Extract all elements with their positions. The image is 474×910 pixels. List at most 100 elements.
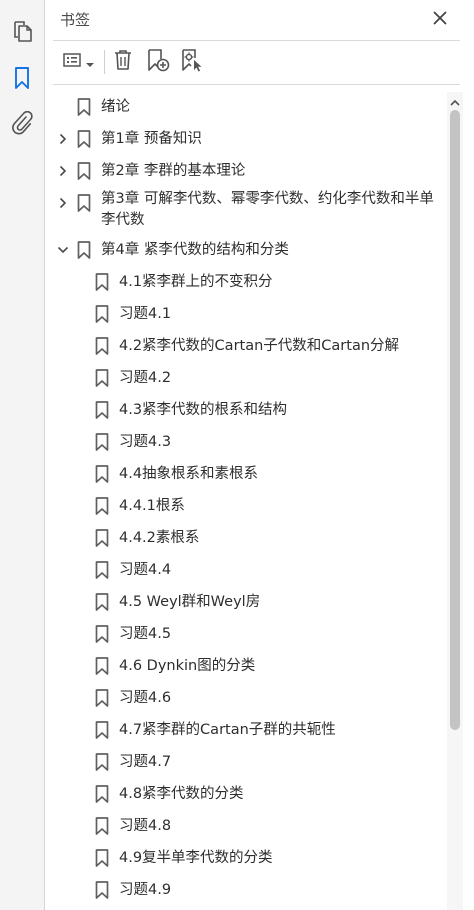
chevron-down-icon: [85, 53, 94, 72]
bookmark-icon: [95, 849, 109, 867]
bookmark-label: 第4章 紧李代数的结构和分类: [101, 242, 289, 258]
bookmark-label: 习题4.1: [119, 306, 172, 322]
bookmark-item[interactable]: 习题4.6: [45, 683, 445, 713]
panel-title: 书签: [60, 11, 91, 29]
bookmark-icon: [95, 465, 109, 483]
new-bookmark-icon: [146, 48, 170, 76]
bookmarks-panel-button[interactable]: [9, 67, 35, 93]
bookmark-icon: [95, 721, 109, 739]
bookmark-label: 4.7紧李群的Cartan子群的共轭性: [119, 722, 336, 738]
bookmark-item[interactable]: 习题4.7: [45, 747, 445, 777]
scroll-up-button[interactable]: [447, 92, 463, 108]
bookmark-icon: [95, 625, 109, 643]
bookmark-icon: [77, 98, 91, 116]
vertical-scrollbar[interactable]: [447, 92, 463, 910]
bookmark-label: 4.2紧李代数的Cartan子代数和Cartan分解: [119, 338, 400, 354]
bookmark-item[interactable]: 4.5 Weyl群和Weyl房: [45, 587, 445, 617]
chevron-up-icon: [450, 91, 460, 110]
bookmark-item[interactable]: 习题4.4: [45, 555, 445, 585]
bookmark-structure-icon: [180, 48, 204, 76]
page-thumbnails-button[interactable]: [9, 20, 35, 46]
bookmark-icon: [95, 529, 109, 547]
bookmark-item[interactable]: 习题4.5: [45, 619, 445, 649]
bookmark-item[interactable]: 习题4.1: [45, 299, 445, 329]
attachments-panel-button[interactable]: [9, 110, 35, 139]
bookmark-label: 习题4.7: [119, 754, 172, 770]
expand-chevron-down-icon[interactable]: [57, 244, 69, 256]
bookmarks-toolbar: [45, 42, 474, 82]
bookmark-item[interactable]: 习题4.2: [45, 363, 445, 393]
bookmark-icon: [95, 401, 109, 419]
expand-chevron-right-icon[interactable]: [57, 133, 69, 145]
bookmark-item[interactable]: 习题4.9: [45, 875, 445, 905]
bookmark-item[interactable]: 4.6 Dynkin图的分类: [45, 651, 445, 681]
bookmark-label: 习题4.2: [119, 370, 172, 386]
bookmark-item[interactable]: 第3章 可解李代数、幂零李代数、约化李代数和半单李代数: [45, 188, 445, 234]
navigation-rail: [0, 0, 45, 910]
bookmark-icon: [95, 561, 109, 579]
bookmark-icon: [77, 130, 91, 148]
list-options-icon: [62, 52, 83, 72]
bookmark-item[interactable]: 第2章 李群的基本理论: [45, 156, 445, 186]
bookmark-item[interactable]: 4.9复半单李代数的分类: [45, 843, 445, 873]
bookmark-icon: [77, 194, 91, 212]
header-divider: [53, 40, 460, 41]
bookmark-label: 第1章 预备知识: [101, 131, 202, 147]
bookmark-item[interactable]: 4.2紧李代数的Cartan子代数和Cartan分解: [45, 331, 445, 361]
bookmark-icon: [95, 689, 109, 707]
bookmark-icon: [95, 881, 109, 899]
bookmark-icon: [95, 369, 109, 387]
bookmark-item[interactable]: 习题4.3: [45, 427, 445, 457]
bookmark-label: 4.9复半单李代数的分类: [119, 850, 273, 866]
attachments-icon: [11, 110, 33, 139]
bookmark-icon: [77, 162, 91, 180]
options-menu-button[interactable]: [59, 48, 97, 76]
bookmark-icon: [95, 497, 109, 515]
new-bookmark-button[interactable]: [145, 48, 171, 76]
close-panel-button[interactable]: [430, 9, 450, 29]
toolbar-divider: [104, 50, 105, 74]
bookmark-label: 4.4.1根系: [119, 498, 185, 514]
bookmark-item[interactable]: 4.3紧李代数的根系和结构: [45, 395, 445, 425]
bookmark-item[interactable]: 4.4抽象根系和素根系: [45, 459, 445, 489]
bookmark-icon: [95, 433, 109, 451]
bookmark-item[interactable]: 4.1紧李群上的不变积分: [45, 267, 445, 297]
new-bookmark-from-structure-button[interactable]: [179, 48, 205, 76]
bookmark-label: 4.1紧李群上的不变积分: [119, 274, 273, 290]
toolbar-divider-bottom: [53, 84, 460, 85]
bookmark-label: 习题4.5: [119, 626, 172, 642]
expand-chevron-right-icon[interactable]: [57, 197, 69, 209]
bookmark-item[interactable]: 4.8紧李代数的分类: [45, 779, 445, 809]
bookmark-icon: [95, 785, 109, 803]
bookmark-label: 习题4.3: [119, 434, 172, 450]
bookmark-label: 4.6 Dynkin图的分类: [119, 658, 256, 674]
bookmark-label: 绪论: [101, 99, 130, 115]
trash-icon: [113, 49, 133, 75]
scrollbar-thumb[interactable]: [450, 110, 460, 730]
bookmark-item[interactable]: 第4章 紧李代数的结构和分类: [45, 235, 445, 265]
delete-bookmark-button[interactable]: [111, 48, 135, 76]
bookmark-icon: [95, 305, 109, 323]
bookmark-label: 习题4.6: [119, 690, 172, 706]
bookmark-label: 4.4.2素根系: [119, 530, 200, 546]
expand-chevron-right-icon[interactable]: [57, 165, 69, 177]
bookmark-icon: [95, 657, 109, 675]
bookmark-item[interactable]: 4.4.2素根系: [45, 523, 445, 553]
bookmark-label: 第3章 可解李代数、幂零李代数、约化李代数和半单李代数: [101, 191, 434, 228]
bookmark-item[interactable]: 4.7紧李群的Cartan子群的共轭性: [45, 715, 445, 745]
bookmark-item[interactable]: 第1章 预备知识: [45, 124, 445, 154]
bookmark-label: 4.5 Weyl群和Weyl房: [119, 594, 261, 610]
bookmarks-icon: [13, 66, 31, 94]
bookmark-label: 第2章 李群的基本理论: [101, 163, 246, 179]
bookmark-label: 习题4.4: [119, 562, 172, 578]
bookmark-icon: [95, 273, 109, 291]
bookmark-icon: [95, 337, 109, 355]
bookmark-label: 4.8紧李代数的分类: [119, 786, 244, 802]
close-icon: [433, 10, 447, 29]
pages-icon: [11, 19, 33, 47]
bookmark-item[interactable]: 绪论: [45, 92, 445, 122]
bookmark-icon: [95, 817, 109, 835]
bookmark-item[interactable]: 4.4.1根系: [45, 491, 445, 521]
bookmark-item[interactable]: 习题4.8: [45, 811, 445, 841]
bookmark-tree: 绪论第1章 预备知识第2章 李群的基本理论第3章 可解李代数、幂零李代数、约化李…: [45, 92, 445, 910]
